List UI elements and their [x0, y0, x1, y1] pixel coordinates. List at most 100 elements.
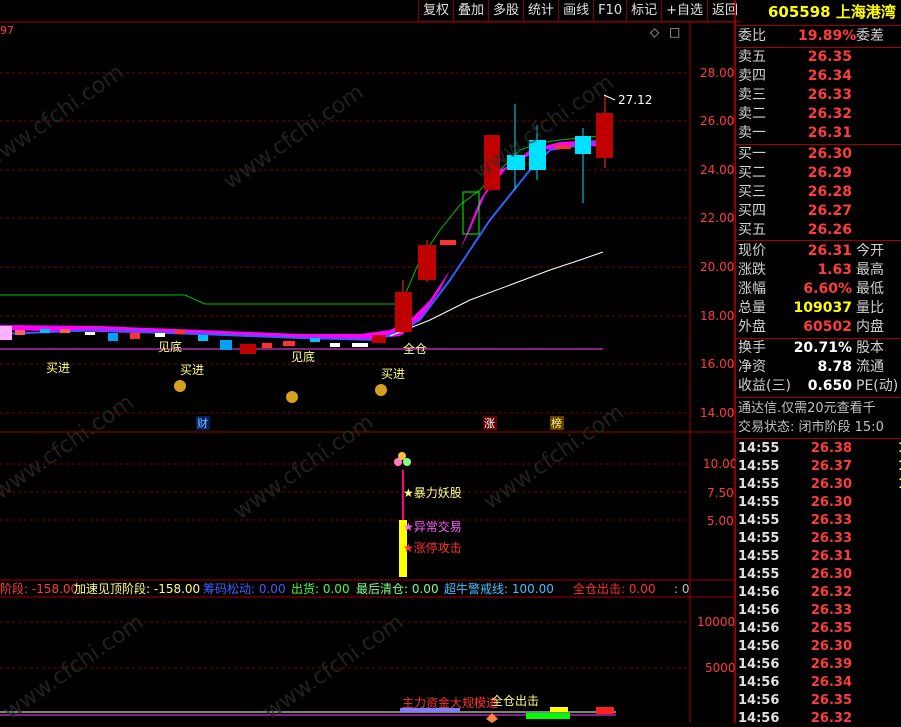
- tick-time: 14:56: [738, 603, 780, 618]
- weibi-label: 委比: [738, 28, 766, 44]
- ind1-tick: 5.00: [707, 514, 734, 528]
- diamond-icon[interactable]: ◇: [650, 25, 660, 39]
- toolbar-draw[interactable]: 画线: [558, 0, 594, 22]
- tick-row: 14:55 26.30: [738, 566, 901, 584]
- full-attack-label: 全仓出击: [491, 693, 539, 708]
- ask-price: 26.31: [807, 125, 852, 141]
- tick-price: 26.38: [810, 441, 852, 456]
- toolbar-add-watch[interactable]: +自选: [661, 0, 708, 22]
- ask-price: 26.35: [807, 49, 852, 65]
- bid-price: 26.29: [807, 165, 852, 181]
- ind2-tick: 10000: [697, 615, 735, 629]
- weicha-label: 委差: [856, 28, 884, 44]
- stat2-value: 8.78: [817, 359, 852, 375]
- stat2-label: 收益(三): [738, 378, 791, 394]
- buy-signal: 买进: [46, 361, 70, 375]
- legend-full-attack: 全仓出击: 0.00: [573, 581, 656, 596]
- tick-price: 26.33: [810, 603, 852, 618]
- toolbar-multi[interactable]: 多股: [488, 0, 524, 22]
- tick-price: 26.35: [810, 621, 852, 636]
- price-tick: 22.00: [700, 211, 734, 225]
- stat-value: 60502: [803, 319, 852, 335]
- ask-price: 26.32: [807, 106, 852, 122]
- stock-name: 上海港湾: [835, 3, 896, 21]
- toolbar-mark[interactable]: 标记: [626, 0, 662, 22]
- buy-signal: 买进: [180, 363, 204, 377]
- tick-time: 14:56: [738, 657, 780, 672]
- bid-label: 买四: [738, 203, 766, 219]
- limit-up-label: ★涨停攻击: [403, 540, 462, 555]
- price-tick: 20.00: [700, 260, 734, 274]
- tick-row: 14:56 26.33: [738, 602, 901, 620]
- tick-time: 14:56: [738, 621, 780, 636]
- tick-price: 26.37: [810, 459, 852, 474]
- tick-time: 14:55: [738, 495, 780, 510]
- toolbar-stats[interactable]: 统计: [523, 0, 559, 22]
- tick-row: 14:55 26.33: [738, 530, 901, 548]
- tick-time: 14:56: [738, 585, 780, 600]
- toolbar-overlay[interactable]: 叠加: [453, 0, 489, 22]
- money-bag-icon: [174, 380, 387, 403]
- buy-signal: 买进: [381, 367, 405, 381]
- tick-time: 14:56: [738, 675, 780, 690]
- square-icon[interactable]: □: [669, 25, 680, 39]
- tick-row: 14:56 26.34: [738, 674, 901, 692]
- bid-label: 买二: [738, 165, 766, 181]
- chart-toolbar: 复权 叠加 多股 统计 画线 F10 标记 +自选 返回: [418, 0, 743, 22]
- legend-accel-top: 加速见顶阶段: -158.00: [74, 581, 200, 596]
- stat2-label2: PE(动): [856, 378, 899, 394]
- chart-area[interactable]: 28.00 26.00 24.00 22.00 20.00 18.00 16.0…: [0, 0, 743, 725]
- ask-label: 卖一: [738, 125, 766, 141]
- tick-row: 14:56 26.30: [738, 638, 901, 656]
- tick-price: 26.35: [810, 693, 852, 708]
- top-left-fragment: 97: [0, 24, 14, 37]
- abnormal-trade-label: ★异常交易: [403, 519, 462, 534]
- toolbar-fuquan[interactable]: 复权: [418, 0, 454, 22]
- stat2-label2: 股本: [856, 340, 884, 356]
- stat2-label2: 流通: [856, 359, 884, 375]
- price-tick: 24.00: [700, 163, 734, 177]
- bid-price: 26.27: [807, 203, 852, 219]
- bid-price: 26.30: [807, 146, 852, 162]
- tick-time: 14:56: [738, 693, 780, 708]
- fullpos-signal: 全仓: [403, 341, 427, 356]
- bottom-signal: 见底: [291, 349, 315, 364]
- bid-price: 26.28: [807, 184, 852, 200]
- tick-row: 14:55 26.30: [738, 494, 901, 512]
- ask-label: 卖二: [738, 106, 766, 122]
- price-tick: 14.00: [700, 406, 734, 420]
- violent-stock-label: ★暴力妖股: [403, 486, 462, 500]
- watermark: www.cfchi.com: [229, 410, 378, 525]
- stat-value: 6.60%: [803, 281, 852, 297]
- tick-price: 26.33: [810, 513, 852, 528]
- tick-row: 14:5526.381: [738, 440, 901, 458]
- stock-code: 605598: [768, 3, 831, 21]
- tick-price: 26.30: [810, 639, 852, 654]
- stat-value: 26.31: [807, 243, 852, 259]
- toolbar-f10[interactable]: F10: [593, 0, 627, 22]
- watermark: www.cfchi.com: [0, 60, 129, 175]
- stat-label: 涨幅: [738, 281, 766, 297]
- bang-marker: 榜: [551, 416, 562, 430]
- stat-label2: 内盘: [856, 319, 884, 335]
- tick-time: 14:55: [738, 513, 780, 528]
- notice-text[interactable]: 通达信.仅需20元查看千: [738, 399, 876, 418]
- kline-chart[interactable]: 28.00 26.00 24.00 22.00 20.00 18.00 16.0…: [0, 0, 737, 725]
- stat-label2: 最高: [856, 262, 884, 278]
- stat-label: 现价: [738, 243, 766, 259]
- tick-row: 14:56 26.32: [738, 710, 901, 723]
- stat2-value: 0.650: [807, 378, 852, 394]
- stat-label2: 量比: [856, 300, 884, 316]
- stat-label: 总量: [738, 300, 766, 316]
- tick-price: 26.39: [810, 657, 852, 672]
- weibi-value: 19.89%: [798, 28, 857, 44]
- ind1-tick: 10.00: [703, 457, 735, 471]
- stat2-label: 换手: [738, 340, 766, 356]
- quote-panel: 605598 上海港湾 委比 19.89% 委差 卖五 26.35 卖四 26.34…: [735, 0, 901, 723]
- trade-status: 交易状态: 闭市阶段 15:0: [738, 420, 884, 435]
- tick-time: 14:55: [738, 549, 780, 564]
- bid-label: 买三: [738, 184, 766, 200]
- tick-row: 14:55 26.33: [738, 512, 901, 530]
- legend-final-clear: 最后清仓: 0.00: [356, 582, 439, 596]
- bid-label: 买一: [738, 146, 766, 162]
